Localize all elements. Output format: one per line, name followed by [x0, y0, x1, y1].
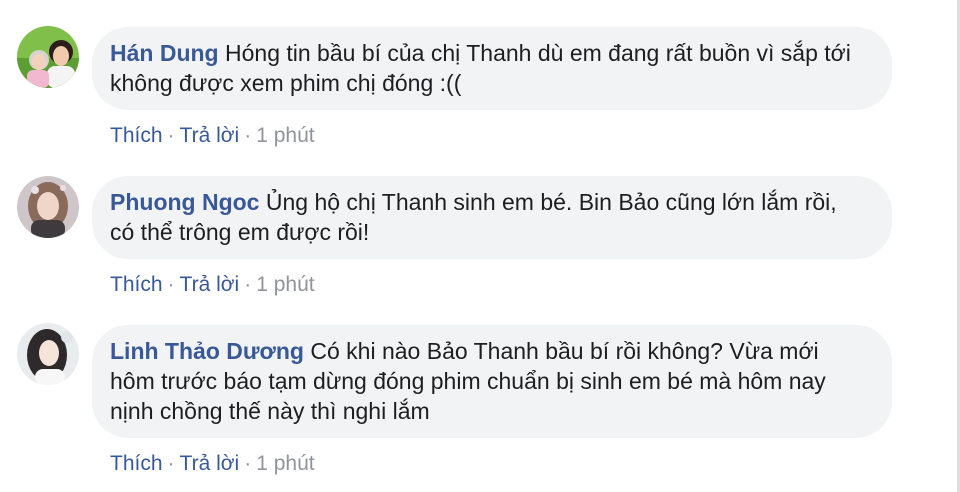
comment-timestamp[interactable]: 1 phút [256, 124, 314, 147]
like-link[interactable]: Thích [110, 124, 163, 147]
avatar[interactable] [17, 26, 79, 88]
comment-bubble: Hán Dung Hóng tin bầu bí của chị Thanh d… [92, 27, 892, 110]
comment-author[interactable]: Hán Dung [110, 40, 219, 66]
separator: · [167, 273, 175, 296]
separator: · [167, 124, 175, 147]
comment-timestamp[interactable]: 1 phút [256, 273, 314, 296]
comment-author[interactable]: Linh Thảo Dương [110, 338, 304, 364]
comment-actions: Thích · Trả lời · 1 phút [110, 124, 315, 148]
like-link[interactable]: Thích [110, 273, 163, 296]
like-link[interactable]: Thích [110, 452, 163, 475]
reply-link[interactable]: Trả lời [180, 124, 240, 147]
reply-link[interactable]: Trả lời [180, 273, 240, 296]
avatar[interactable] [17, 176, 79, 238]
comment-actions: Thích · Trả lời · 1 phút [110, 273, 315, 297]
avatar[interactable] [17, 323, 79, 385]
separator: · [244, 452, 252, 475]
comment-timestamp[interactable]: 1 phút [256, 452, 314, 475]
separator: · [244, 273, 252, 296]
comment-text: Hóng tin bầu bí của chị Thanh dù em đang… [110, 40, 851, 96]
comment-bubble: Phuong Ngoc Ủng hộ chị Thanh sinh em bé.… [92, 176, 892, 259]
comment-bubble: Linh Thảo Dương Có khi nào Bảo Thanh bầu… [92, 325, 892, 438]
reply-link[interactable]: Trả lời [180, 452, 240, 475]
separator: · [244, 124, 252, 147]
separator: · [167, 452, 175, 475]
comment-actions: Thích · Trả lời · 1 phút [110, 452, 315, 476]
comment-author[interactable]: Phuong Ngoc [110, 189, 259, 215]
